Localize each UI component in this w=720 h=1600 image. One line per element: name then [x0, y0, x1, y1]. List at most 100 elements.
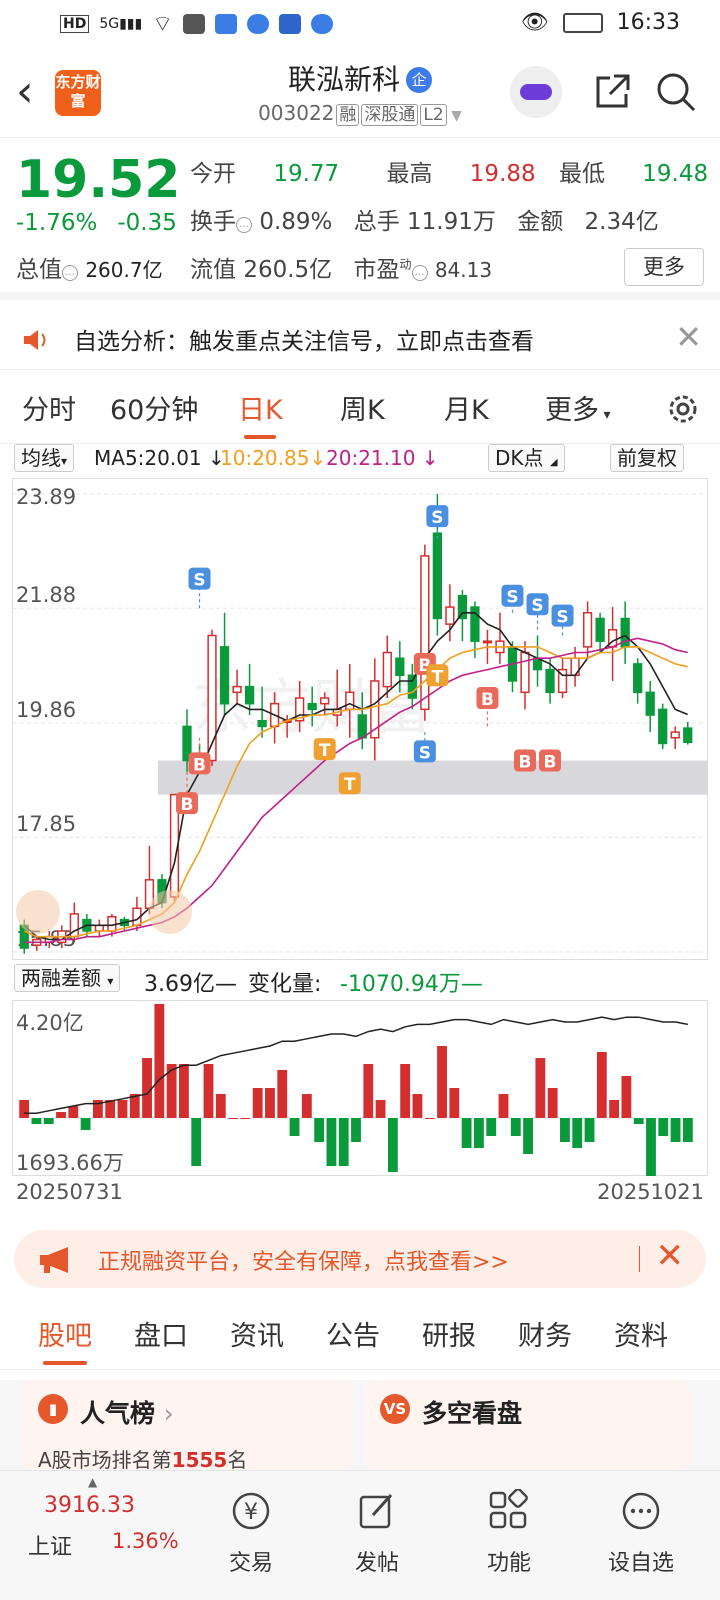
info-icon[interactable]: …: [411, 265, 428, 281]
margin-bar: [56, 1112, 66, 1118]
more-button[interactable]: 更多: [624, 248, 704, 286]
tab-daily-k[interactable]: 日K: [238, 388, 283, 439]
last-price: 19.52: [16, 150, 181, 210]
pe-value: 84.13: [434, 258, 493, 282]
price-change: -1.76% -0.35: [16, 210, 197, 236]
grid-icon: [489, 1488, 528, 1529]
margin-bar: [105, 1100, 116, 1118]
candle: [658, 708, 668, 745]
candle: [107, 916, 117, 932]
tab-orderbook[interactable]: 盘口: [134, 1314, 188, 1353]
close-icon[interactable]: ✕: [656, 1236, 685, 1276]
signal-S-label: S: [556, 608, 568, 628]
margin-bar: [523, 1118, 533, 1154]
hd-icon: HD: [60, 15, 90, 33]
tab-profile[interactable]: 资料: [614, 1314, 668, 1353]
nav-post[interactable]: 发帖: [322, 1481, 432, 1577]
tab-intraday[interactable]: 分时: [22, 388, 76, 427]
candle: [420, 555, 430, 711]
candle: [94, 924, 105, 932]
tab-monthly-k[interactable]: 月K: [444, 388, 489, 427]
change-value: -1070.94万—: [340, 972, 483, 997]
highlight-circle: [148, 890, 192, 934]
ma-mode-select[interactable]: 均线▾: [14, 444, 75, 472]
margin-bar: [179, 1064, 189, 1118]
nav-functions[interactable]: 功能: [454, 1481, 564, 1577]
yen-icon: ¥: [232, 1492, 270, 1530]
quote-panel: 19.52 -1.76% -0.35 总值… 260.7亿 今开 19.77 最高…: [0, 140, 720, 300]
indicator-select[interactable]: 两融差额 ▾: [14, 964, 121, 992]
popularity-card[interactable]: ▮ 人气榜 › A股市场排名第1555名: [22, 1380, 352, 1472]
share-icon[interactable]: [590, 70, 634, 114]
index-ticker[interactable]: ▲ 3916.33 上证 1.36%: [0, 1471, 180, 1591]
tab-weekly-k[interactable]: 周K: [340, 388, 385, 427]
nav-trade[interactable]: ¥ 交易: [196, 1481, 306, 1577]
app-icon-3: [246, 14, 269, 34]
clock: 16:33: [616, 10, 680, 35]
eye-icon: 👁: [520, 10, 549, 35]
margin-bar: [461, 1118, 472, 1148]
margin-bar: [142, 1058, 152, 1118]
margin-bar: [498, 1094, 509, 1118]
margin-bar: [424, 1118, 435, 1119]
gear-icon[interactable]: [666, 392, 700, 426]
candlestick-chart[interactable]: 23.8921.8819.8617.8515.83东方财富SBBSBTTTSSS…: [12, 478, 708, 960]
tab-news[interactable]: 资讯: [230, 1314, 284, 1353]
candle: [482, 640, 493, 644]
close-icon[interactable]: ✕: [675, 318, 702, 356]
quote-row-1: 今开 19.77 最高 19.88 最低 19.48: [190, 154, 708, 188]
index-name: 上证: [28, 1535, 73, 1560]
candle: [683, 727, 693, 744]
margin-bar: [596, 1052, 607, 1118]
margin-bar: [277, 1070, 288, 1118]
alert-text[interactable]: 自选分析：触发重点关注信号，立即点击查看: [74, 322, 534, 356]
margin-bar: [572, 1118, 583, 1148]
volume-value: 11.91万: [407, 209, 496, 235]
tab-research[interactable]: 研报: [422, 1314, 476, 1353]
ma-mode-label: 均线: [21, 446, 61, 470]
candle: [219, 646, 230, 705]
low-value: 19.48: [642, 161, 709, 187]
adjust-select[interactable]: 前复权: [610, 444, 684, 472]
tab-announcements[interactable]: 公告: [326, 1314, 380, 1353]
nav-functions-label: 功能: [486, 1551, 531, 1576]
status-icons-left: HD 5G▮▮▮ ⌔: [60, 10, 333, 38]
info-icon[interactable]: …: [62, 265, 78, 281]
margin-bar: [437, 1046, 447, 1118]
nav-watchlist[interactable]: 设自选: [586, 1481, 696, 1577]
app-icon-1: [182, 14, 205, 34]
candle: [645, 691, 655, 716]
tab-forum[interactable]: 股吧: [38, 1314, 92, 1365]
balance-line: [24, 1016, 689, 1114]
candle: [445, 606, 455, 625]
margin-balance-chart[interactable]: 4.20亿 1693.66万: [12, 1000, 708, 1176]
dk-point-select[interactable]: DK点 ◢: [488, 444, 565, 472]
margin-bar: [301, 1094, 312, 1118]
chevron-down-icon: ▼: [446, 108, 462, 124]
tab-more[interactable]: 更多 ▾: [545, 388, 610, 427]
stock-header: ‹ 东方财富 联泓新科企 003022 融深股通 L2 ▼: [0, 48, 720, 138]
bull-bear-card[interactable]: VS 多空看盘: [364, 1380, 690, 1470]
search-icon[interactable]: [654, 70, 698, 114]
tab-finance[interactable]: 财务: [518, 1314, 572, 1353]
total-cap-value: 260.7亿: [85, 258, 163, 282]
assistant-robot-icon[interactable]: [510, 66, 562, 118]
candle: [670, 731, 680, 739]
margin-bar: [375, 1100, 386, 1118]
change-label: 变化量:: [248, 972, 322, 997]
caret-up-icon: ▲: [88, 1475, 98, 1489]
candle: [457, 594, 468, 620]
turnover-label: 换手: [190, 209, 236, 235]
y-tick-label: 23.89: [16, 485, 76, 509]
margin-bar: [412, 1094, 423, 1118]
info-icon[interactable]: …: [236, 217, 252, 233]
margin-bar: [252, 1088, 263, 1118]
alert-banner[interactable]: 自选分析：触发重点关注信号，立即点击查看 ✕: [0, 308, 720, 370]
promo-text[interactable]: 正规融资平台，安全有保障，点我查看>>: [98, 1244, 509, 1276]
ma10-value: 10:20.85↓: [220, 446, 327, 470]
margin-bar: [670, 1118, 681, 1142]
financing-promo[interactable]: 正规融资平台，安全有保障，点我查看>> ✕: [14, 1230, 706, 1288]
signal-5g-icon: 5G▮▮▮: [99, 16, 143, 32]
candle: [595, 617, 605, 642]
tab-60min[interactable]: 60分钟: [110, 388, 198, 427]
